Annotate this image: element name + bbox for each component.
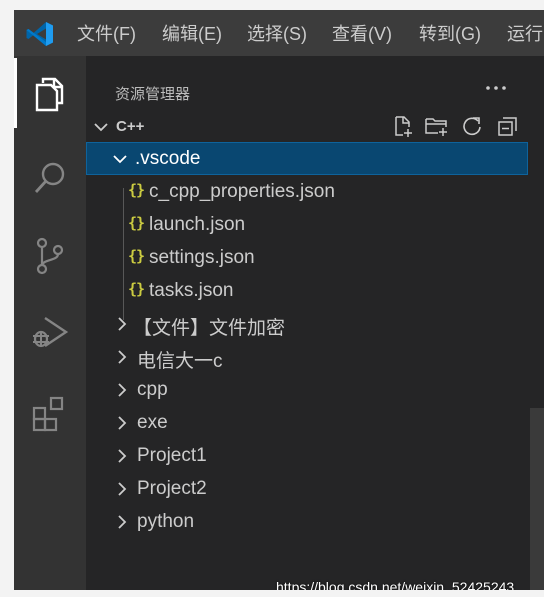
- menu-edit[interactable]: 编辑(E): [162, 22, 222, 46]
- menu-selection[interactable]: 选择(S): [247, 22, 307, 46]
- vscode-window: 文件(F) 编辑(E) 选择(S) 查看(V) 转到(G) 运行 资源管理器 C…: [14, 10, 544, 590]
- search-icon[interactable]: [30, 158, 70, 198]
- tree-label: c_cpp_properties.json: [149, 181, 335, 202]
- active-indicator: [14, 58, 17, 128]
- json-file-icon: {}: [128, 181, 145, 199]
- tree-folder-file-encrypt[interactable]: 【文件】文件加密: [86, 307, 528, 340]
- sidebar-title: 资源管理器: [115, 86, 191, 103]
- files-icon[interactable]: [30, 74, 70, 114]
- chevron-right-icon: [118, 416, 127, 430]
- chevron-right-icon: [118, 449, 127, 463]
- tree-file-c-cpp-properties[interactable]: {} c_cpp_properties.json: [86, 175, 528, 208]
- source-control-icon[interactable]: [30, 236, 70, 276]
- vscode-logo-icon: [26, 22, 53, 46]
- tree-file-launch[interactable]: {} launch.json: [86, 208, 528, 241]
- tree-label: python: [137, 511, 195, 532]
- menu-view[interactable]: 查看(V): [332, 22, 392, 46]
- tree-label: exe: [137, 412, 168, 433]
- window-frame-top: [0, 0, 544, 10]
- run-debug-icon[interactable]: [30, 312, 70, 352]
- tree-label: Project2: [137, 478, 207, 499]
- menu-bar: 文件(F) 编辑(E) 选择(S) 查看(V) 转到(G) 运行: [14, 10, 544, 56]
- chevron-right-icon: [118, 317, 127, 331]
- new-file-icon[interactable]: [390, 114, 414, 138]
- json-file-icon: {}: [128, 280, 145, 298]
- tree-folder-project2[interactable]: Project2: [86, 472, 528, 505]
- tree-label: settings.json: [149, 247, 255, 268]
- new-folder-icon[interactable]: [424, 114, 448, 138]
- watermark: https://blog.csdn.net/weixin_52425243: [276, 579, 515, 590]
- tree-label: launch.json: [149, 214, 246, 235]
- tree-folder-project1[interactable]: Project1: [86, 439, 528, 472]
- tree-folder-cpp[interactable]: cpp: [86, 373, 528, 406]
- tree-label: 电信大一c: [137, 351, 223, 372]
- json-file-icon: {}: [128, 247, 145, 265]
- collapse-all-icon[interactable]: [496, 114, 520, 138]
- menu-file[interactable]: 文件(F): [77, 22, 136, 46]
- chevron-right-icon: [118, 482, 127, 496]
- extensions-icon[interactable]: [30, 394, 70, 434]
- menu-go[interactable]: 转到(G): [419, 22, 481, 46]
- json-file-icon: {}: [128, 214, 145, 232]
- window-frame-bottom: [0, 590, 544, 597]
- chevron-right-icon: [118, 350, 127, 364]
- tree-folder-python[interactable]: python: [86, 505, 528, 538]
- chevron-right-icon: [118, 515, 127, 529]
- chevron-down-icon: [94, 123, 108, 132]
- refresh-icon[interactable]: [460, 114, 484, 138]
- tree-label: .vscode: [135, 148, 201, 169]
- explorer-sidebar: 资源管理器 C++ .vscode {} c_cpp_properties.js…: [86, 56, 544, 590]
- tree-folder-dianxin[interactable]: 电信大一c: [86, 340, 528, 373]
- tree-folder-exe[interactable]: exe: [86, 406, 528, 439]
- workspace-title: C++: [116, 118, 145, 135]
- chevron-right-icon: [118, 383, 127, 397]
- window-frame-left: [0, 0, 14, 597]
- menu-run[interactable]: 运行: [507, 22, 543, 46]
- activity-bar: [14, 56, 86, 590]
- tree-label: Project1: [137, 445, 207, 466]
- chevron-down-icon: [113, 155, 127, 164]
- tree-file-tasks[interactable]: {} tasks.json: [86, 274, 528, 307]
- tree-folder-vscode[interactable]: .vscode: [86, 142, 528, 175]
- tree-label: tasks.json: [149, 280, 234, 301]
- ellipsis-icon[interactable]: [482, 74, 510, 102]
- sidebar-scrollbar[interactable]: [530, 408, 544, 590]
- tree-file-settings[interactable]: {} settings.json: [86, 241, 528, 274]
- tree-label: 【文件】文件加密: [133, 318, 286, 339]
- workspace-section-header[interactable]: C++: [86, 111, 544, 141]
- tree-label: cpp: [137, 379, 168, 400]
